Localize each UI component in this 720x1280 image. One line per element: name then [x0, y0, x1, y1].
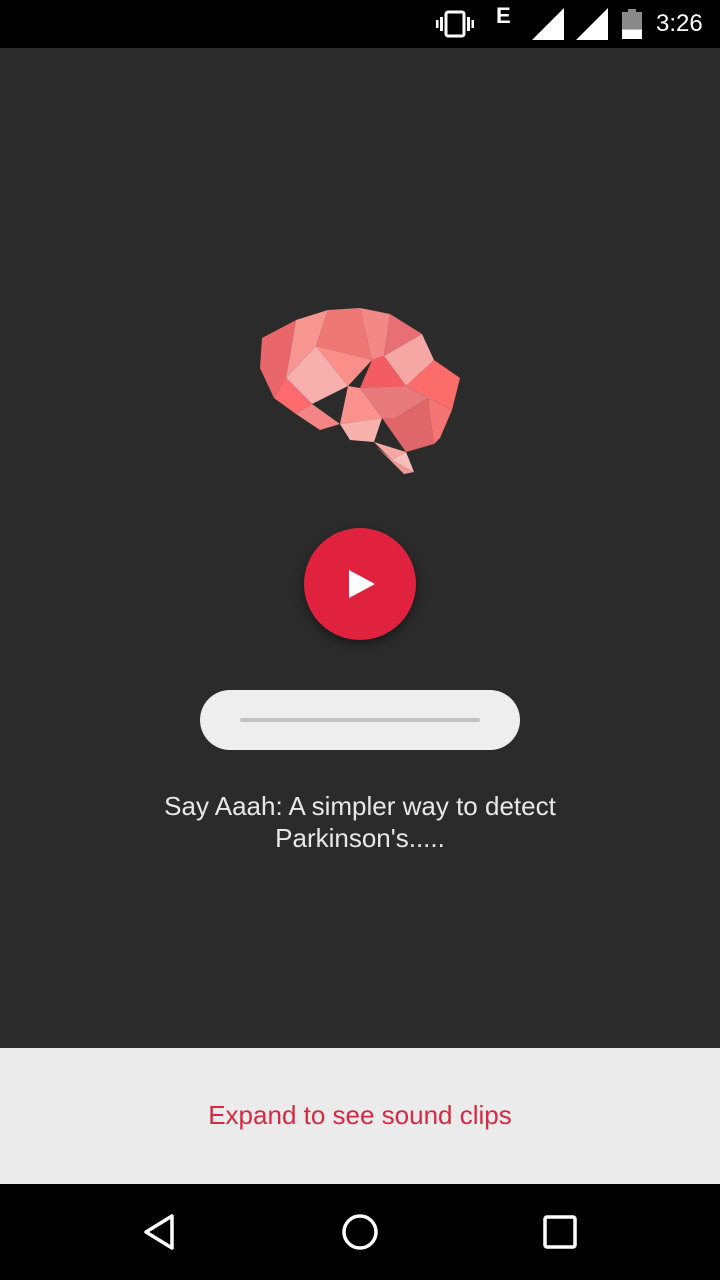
expand-sound-clips-sheet[interactable]: Expand to see sound clips: [0, 1048, 720, 1184]
progress-track[interactable]: [240, 718, 480, 722]
play-button[interactable]: [304, 528, 416, 640]
battery-icon: [622, 0, 642, 48]
signal-icon: [532, 0, 564, 48]
network-type-label: E: [496, 3, 511, 28]
screen: E 3:26 Say Aaah: A simpler way to detect…: [0, 0, 720, 1280]
home-icon: [342, 1214, 378, 1250]
recents-button[interactable]: [536, 1208, 584, 1256]
description-line-2: Parkinson's.....: [275, 823, 445, 853]
brain-logo: [260, 308, 460, 474]
audio-progress-bar[interactable]: [200, 690, 520, 750]
status-bar: E 3:26: [0, 0, 720, 48]
signal-icon: [576, 0, 608, 48]
back-icon: [144, 1214, 174, 1250]
home-button[interactable]: [336, 1208, 384, 1256]
back-button[interactable]: [136, 1208, 184, 1256]
navigation-bar: [0, 1184, 720, 1280]
description-line-1: Say Aaah: A simpler way to detect: [164, 791, 556, 821]
clip-description: Say Aaah: A simpler way to detect Parkin…: [120, 790, 600, 854]
recents-icon: [543, 1215, 577, 1249]
vibrate-icon: [436, 0, 474, 48]
expand-sound-clips-label[interactable]: Expand to see sound clips: [208, 1100, 512, 1131]
clock: 3:26: [656, 10, 703, 37]
play-icon: [349, 570, 375, 598]
